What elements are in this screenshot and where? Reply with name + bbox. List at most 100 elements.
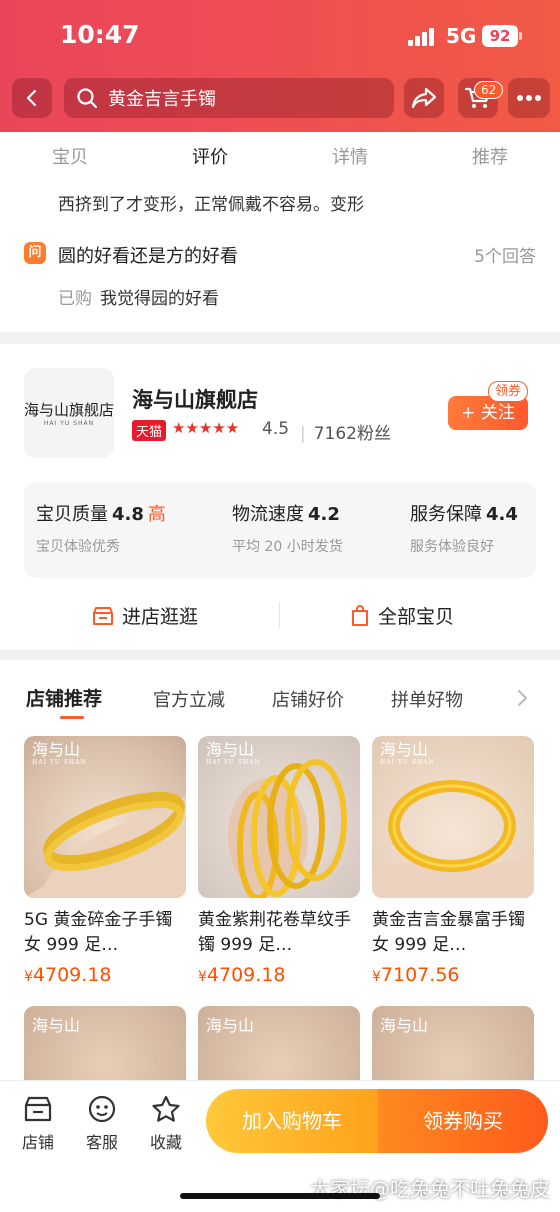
product-image: 海与山 HAI YU SHAN — [198, 736, 360, 898]
store-name[interactable]: 海与山旗舰店 — [132, 384, 258, 414]
share-button[interactable] — [404, 78, 444, 118]
all-items-button[interactable]: 全部宝贝 — [350, 602, 454, 629]
product-card-partial[interactable]: 海与山 — [372, 1006, 534, 1080]
store-icon — [93, 606, 113, 625]
question-icon: 问 — [24, 242, 46, 264]
search-bar[interactable]: 黄金吉言手镯 — [64, 78, 394, 118]
bottom-action-bar: 店铺 客服 收藏 加入购物车 领券购买 大家坛@吃兔兔不吐兔兔皮 — [0, 1080, 560, 1212]
tmall-badge: 天猫 — [132, 420, 167, 441]
shop-label: 店铺 — [21, 1133, 54, 1152]
coupon-tag: 领券 — [488, 381, 529, 402]
recommend-tabs: 店铺推荐 官方立减 店铺好价 拼单好物 — [0, 684, 560, 720]
score-level: 高 — [147, 504, 166, 525]
score-label: 宝贝质量 — [36, 504, 108, 525]
score-label: 服务保障 — [410, 504, 482, 525]
star-icon — [152, 1095, 180, 1122]
score-value: 4.2 — [308, 504, 340, 525]
back-button[interactable] — [12, 78, 52, 118]
store-card: 海与山旗舰店 HAI YU SHAN 海与山旗舰店 天猫 ★★★★★ 4.5 7… — [0, 344, 560, 650]
more-icon — [517, 95, 541, 101]
active-tab-indicator — [60, 716, 84, 719]
score-sub: 服务体验良好 — [410, 539, 494, 555]
image-watermark: 海与山 HAI YU SHAN — [380, 740, 435, 766]
search-text: 黄金吉言手镯 — [108, 89, 216, 110]
home-indicator[interactable] — [180, 1193, 380, 1199]
bag-icon — [352, 604, 368, 626]
tab-store-recommend[interactable]: 店铺推荐 — [26, 684, 102, 711]
score-value: 4.4 — [486, 504, 518, 525]
image-watermark: 海与山 HAI YU SHAN — [206, 740, 261, 766]
divider — [279, 602, 280, 628]
cart-count-badge: 62 — [474, 81, 504, 99]
answer-text: 我觉得园的好看 — [100, 289, 219, 309]
score-quality: 宝贝质量 4.8 高 宝贝体验优秀 — [36, 500, 166, 556]
all-items-label: 全部宝贝 — [378, 606, 455, 628]
image-watermark: 海与山 — [32, 1016, 81, 1035]
tab-item[interactable]: 宝贝 — [0, 143, 140, 169]
product-price: ¥4709.18 — [24, 964, 112, 986]
share-icon — [411, 87, 437, 109]
favorite-button[interactable]: 收藏 — [136, 1095, 196, 1153]
product-card[interactable]: 海与山 HAI YU SHAN 5G 黄金碎金子手镯女 999 足… ¥4709.… — [24, 736, 186, 986]
detail-tabs: 宝贝 评价 详情 推荐 — [0, 132, 560, 180]
score-service: 服务保障 4.4 服务体验良好 — [410, 500, 518, 556]
score-sub: 宝贝体验优秀 — [36, 539, 120, 555]
answer-row: 已购 我觉得园的好看 — [58, 284, 219, 309]
score-logistics: 物流速度 4.2 平均 20 小时发货 — [232, 500, 343, 556]
store-logo-sub: HAI YU SHAN — [43, 420, 95, 427]
battery-icon: 92 — [482, 25, 522, 47]
image-watermark: 海与山 — [380, 1016, 429, 1035]
image-watermark: 海与山 — [206, 1016, 255, 1035]
more-button[interactable] — [508, 78, 550, 118]
visit-store-button[interactable]: 进店逛逛 — [92, 602, 198, 629]
visit-store-label: 进店逛逛 — [122, 606, 199, 628]
product-card-partial[interactable]: 海与山 — [24, 1006, 186, 1080]
tab-reviews[interactable]: 评价 — [140, 143, 280, 169]
service-label: 客服 — [85, 1133, 118, 1152]
buy-with-coupon-button[interactable]: 领券购买 — [378, 1089, 548, 1153]
product-image: 海与山 HAI YU SHAN — [24, 736, 186, 898]
network-type: 5G — [446, 24, 477, 48]
answer-tag: 已购 — [58, 289, 92, 309]
store-rating: 4.5 — [262, 419, 290, 439]
status-bar: 10:47 5G 92 — [0, 0, 560, 70]
score-sub: 平均 20 小时发货 — [232, 539, 343, 555]
tab-store-deals[interactable]: 店铺好价 — [272, 686, 344, 712]
product-image: 海与山 HAI YU SHAN — [372, 736, 534, 898]
rating-stars: ★★★★★ — [172, 419, 240, 437]
question-text[interactable]: 圆的好看还是方的好看 — [58, 242, 238, 268]
status-time: 10:47 — [60, 20, 140, 49]
answer-count[interactable]: 5个回答 — [474, 242, 536, 267]
tab-group-buy[interactable]: 拼单好物 — [391, 686, 463, 712]
score-value: 4.8 — [112, 504, 144, 525]
search-icon — [77, 88, 98, 109]
store-actions: 进店逛逛 全部宝贝 — [0, 594, 560, 636]
product-card-partial[interactable]: 海与山 — [198, 1006, 360, 1080]
chat-icon — [88, 1095, 116, 1123]
store-logo[interactable]: 海与山旗舰店 HAI YU SHAN — [24, 368, 114, 458]
customer-service-button[interactable]: 客服 — [72, 1095, 132, 1153]
qa-section: 西挤到了才变形，正常佩戴不容易。变形 问 圆的好看还是方的好看 5个回答 已购我… — [0, 180, 560, 332]
product-price: ¥4709.18 — [198, 964, 286, 986]
tab-recommend[interactable]: 推荐 — [420, 143, 560, 169]
back-icon — [26, 89, 37, 107]
review-text-continued: 西挤到了才变形，正常佩戴不容易。变形 — [58, 195, 364, 215]
chevron-right-icon[interactable] — [516, 688, 530, 708]
shop-button[interactable]: 店铺 — [8, 1095, 68, 1153]
store-icon — [24, 1096, 52, 1122]
store-scores: 宝贝质量 4.8 高 宝贝体验优秀 物流速度 4.2 平均 20 小时发货 服务保障 4… — [24, 482, 536, 578]
tab-details[interactable]: 详情 — [280, 143, 420, 169]
tab-official-discount[interactable]: 官方立减 — [153, 686, 225, 712]
product-card[interactable]: 海与山 HAI YU SHAN 黄金紫荆花卷草纹手镯 999 足… ¥4709.1… — [198, 736, 360, 986]
product-title: 黄金吉言金暴富手镯女 999 足… — [372, 910, 525, 955]
product-price: ¥7107.56 — [372, 964, 460, 986]
image-watermark: 海与山 HAI YU SHAN — [32, 740, 87, 766]
store-logo-text: 海与山旗舰店 — [24, 401, 115, 419]
product-title: 5G 黄金碎金子手镯女 999 足… — [24, 910, 173, 955]
favorite-label: 收藏 — [149, 1133, 182, 1152]
add-to-cart-button[interactable]: 加入购物车 — [206, 1089, 378, 1153]
score-label: 物流速度 — [232, 504, 304, 525]
signal-icon — [408, 28, 438, 46]
product-title: 黄金紫荆花卷草纹手镯 999 足… — [198, 910, 351, 955]
product-card[interactable]: 海与山 HAI YU SHAN 黄金吉言金暴富手镯女 999 足… ¥7107.5… — [372, 736, 534, 986]
